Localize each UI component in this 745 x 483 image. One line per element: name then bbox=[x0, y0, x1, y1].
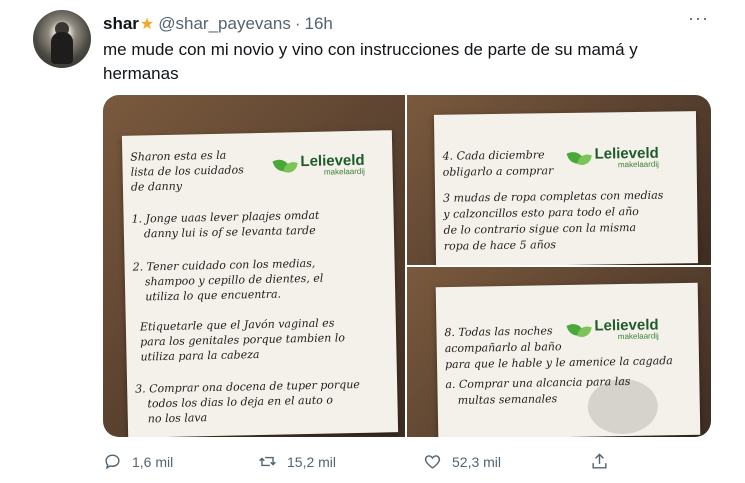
separator: · bbox=[294, 14, 301, 33]
note-paper: Lelieveld makelaardij Sharon esta es la … bbox=[121, 130, 399, 437]
tweet-header: shar★ @shar_payevans · 16h bbox=[103, 13, 333, 36]
tweet-text: me mude con mi novio y vino con instrucc… bbox=[103, 40, 638, 83]
note-line: y calzoncillos esto para todo el año bbox=[443, 204, 639, 221]
photo-1[interactable]: Lelieveld makelaardij Sharon esta es la … bbox=[103, 95, 405, 437]
user-handle[interactable]: @shar_payevans bbox=[158, 14, 291, 33]
note-line: acompañarlo al baño bbox=[444, 340, 562, 356]
star-icon: ★ bbox=[139, 16, 155, 33]
lelieveld-logo: Lelieveld makelaardij bbox=[566, 316, 659, 342]
timestamp[interactable]: 16h bbox=[305, 14, 333, 33]
note-line: 3 mudas de ropa completas con medias bbox=[443, 188, 664, 205]
action-bar: 1,6 mil 15,2 mil 52,3 mil bbox=[0, 452, 745, 476]
reply-count: 1,6 mil bbox=[132, 453, 174, 470]
note-paper: Lelieveld makelaardij 8. Todas las noche… bbox=[435, 282, 701, 437]
lelieveld-logo: Lelieveld makelaardij bbox=[272, 152, 365, 178]
note-line: utiliza para la cabeza bbox=[140, 348, 260, 364]
leaf-icon bbox=[272, 156, 300, 177]
note-line: todos los dias lo deja en el auto o bbox=[147, 393, 334, 411]
like-button[interactable]: 52,3 mil bbox=[423, 452, 501, 471]
retweet-icon bbox=[259, 456, 276, 467]
note-line: para que le hable y le amenice la cagada bbox=[444, 354, 673, 372]
leaf-icon bbox=[566, 148, 594, 168]
note-line: de lo contrario sigue con la misma bbox=[443, 221, 637, 237]
avatar[interactable] bbox=[33, 10, 91, 68]
leaf-icon bbox=[566, 320, 594, 340]
note-line: utiliza lo que encuentra. bbox=[145, 287, 282, 304]
note-line: lista de los cuidados bbox=[130, 163, 244, 179]
note-line: ropa de hace 5 años bbox=[443, 238, 557, 253]
note-line: de danny bbox=[130, 179, 183, 194]
media-grid: Lelieveld makelaardij Sharon esta es la … bbox=[103, 95, 711, 437]
lelieveld-logo: Lelieveld makelaardij bbox=[566, 145, 659, 170]
note-paper: Lelieveld makelaardij 4. Cada diciembre … bbox=[433, 111, 699, 265]
like-count: 52,3 mil bbox=[452, 453, 502, 470]
note-line: 4. Cada diciembre bbox=[442, 148, 545, 163]
logo-sub: makelaardij bbox=[617, 159, 659, 170]
retweet-button[interactable]: 15,2 mil bbox=[258, 452, 336, 471]
logo-sub: makelaardij bbox=[323, 166, 365, 177]
note-line: 8. Todas las noches bbox=[444, 324, 553, 340]
note-line: no los lava bbox=[147, 411, 208, 426]
note-line: obligarlo a comprar bbox=[442, 164, 554, 179]
note-line: multas semanales bbox=[457, 392, 558, 407]
photo-3[interactable]: Lelieveld makelaardij 8. Todas las noche… bbox=[407, 267, 711, 437]
heart-icon bbox=[424, 455, 441, 469]
note-line: danny lui is of se levanta tarde bbox=[143, 223, 316, 241]
share-icon bbox=[592, 453, 607, 469]
avatar-figure bbox=[51, 32, 73, 64]
photo-2[interactable]: Lelieveld makelaardij 4. Cada diciembre … bbox=[407, 95, 711, 265]
display-name[interactable]: shar bbox=[103, 14, 139, 33]
more-options-icon[interactable]: ··· bbox=[688, 8, 709, 29]
reply-icon bbox=[105, 454, 120, 470]
retweet-count: 15,2 mil bbox=[287, 453, 337, 470]
reply-button[interactable]: 1,6 mil bbox=[103, 452, 173, 471]
logo-sub: makelaardij bbox=[617, 331, 659, 342]
share-button[interactable] bbox=[590, 452, 619, 471]
